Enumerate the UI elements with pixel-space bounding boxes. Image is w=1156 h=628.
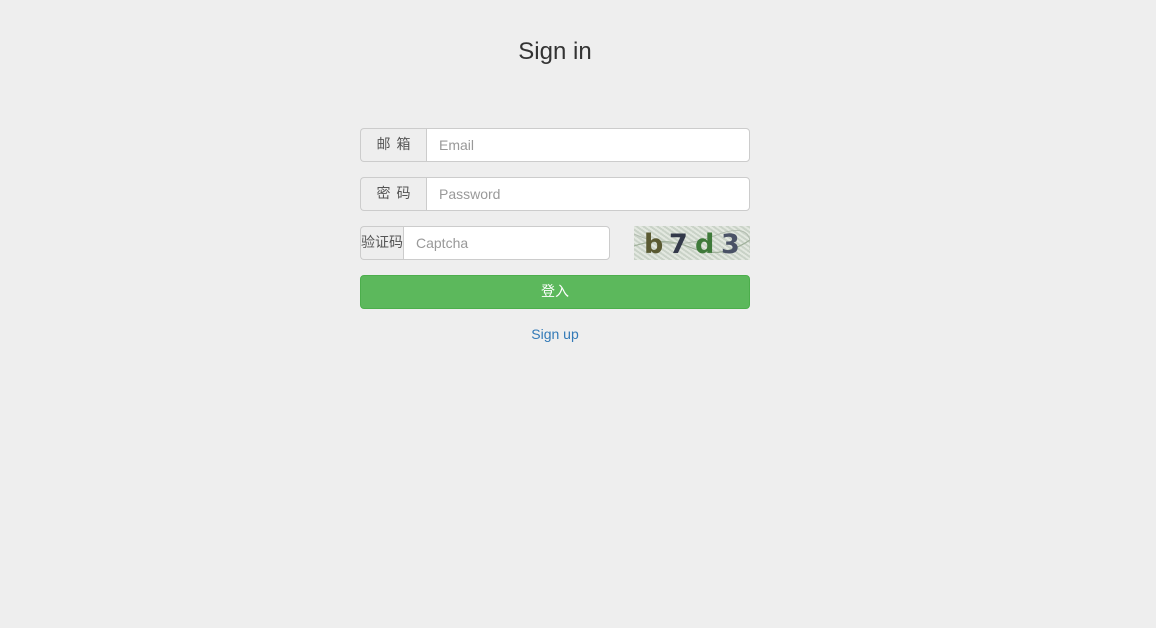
password-label: 密码 [360, 177, 426, 211]
captcha-char-1: b [644, 229, 663, 260]
captcha-label: 验证码 [360, 226, 403, 260]
captcha-char-3: d [695, 229, 714, 260]
page-title: Sign in [518, 38, 592, 65]
password-input[interactable] [426, 177, 750, 211]
captcha-image[interactable]: b 7 d 3 [634, 226, 750, 260]
captcha-group: 验证码 [360, 226, 610, 260]
captcha-graphic: b 7 d 3 [634, 229, 750, 260]
captcha-char-2: 7 [669, 229, 688, 260]
captcha-input[interactable] [403, 226, 610, 260]
captcha-row: 验证码 b 7 d 3 [360, 226, 750, 260]
signup-link[interactable]: Sign up [360, 326, 750, 342]
email-label: 邮箱 [360, 128, 426, 162]
email-input[interactable] [426, 128, 750, 162]
login-button[interactable]: 登入 [360, 275, 750, 309]
signin-form: 邮箱 密码 验证码 b 7 d 3 登入 Sign up [360, 128, 750, 342]
password-group: 密码 [360, 177, 750, 211]
captcha-char-4: 3 [721, 229, 740, 260]
email-group: 邮箱 [360, 128, 750, 162]
